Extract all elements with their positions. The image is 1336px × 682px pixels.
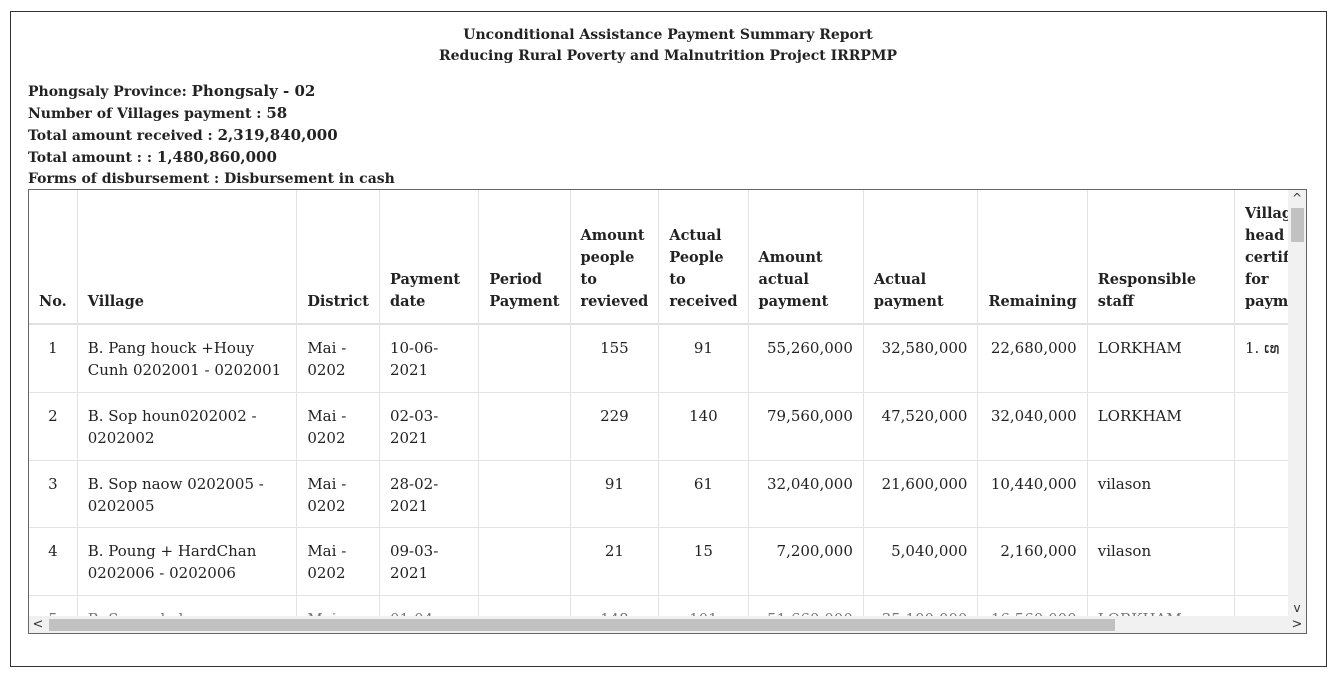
payment-table: No. Village District Payment date Period… xyxy=(29,190,1306,633)
cell-staff: vilason xyxy=(1086,459,1235,528)
scroll-down-icon[interactable]: v xyxy=(1288,600,1306,616)
cell-village: B. Sop naow 0202005 - 0202005 xyxy=(76,459,298,528)
cell-no: 1 xyxy=(29,323,78,393)
villages-line: Number of Villages payment : 58 xyxy=(28,104,288,122)
report-meta: Phongsaly Province: Phongsaly - 02 Numbe… xyxy=(28,80,395,190)
cell-received: 140 xyxy=(658,391,749,461)
payment-table-scroll-area[interactable]: No. Village District Payment date Period… xyxy=(28,189,1307,634)
cell-remaining: 10,440,000 xyxy=(977,459,1088,528)
col-header-no: No. xyxy=(29,190,78,325)
cell-no: 3 xyxy=(29,459,78,528)
cell-amount: 7,200,000 xyxy=(747,526,864,596)
horizontal-scrollbar[interactable]: < > xyxy=(29,616,1306,633)
cell-actual: 32,580,000 xyxy=(862,323,979,393)
cell-reviewed: 229 xyxy=(569,391,660,461)
received-line: Total amount received : 2,319,840,000 xyxy=(28,126,338,144)
scroll-up-icon[interactable]: ^ xyxy=(1288,190,1306,206)
total-line: Total amount : : 1,480,860,000 xyxy=(28,148,277,166)
report-header: Unconditional Assistance Payment Summary… xyxy=(0,25,1336,67)
cell-actual: 5,040,000 xyxy=(862,526,979,596)
cell-actual: 47,520,000 xyxy=(862,391,979,461)
table-row: 4 B. Poung + HardChan 0202006 - 0202006 Ma… xyxy=(29,526,1306,596)
cell-village: B. Poung + HardChan 0202006 - 0202006 xyxy=(76,526,298,596)
report-title: Unconditional Assistance Payment Summary… xyxy=(463,27,873,43)
cell-date: 10-06-2021 xyxy=(378,323,480,393)
cell-reviewed: 21 xyxy=(569,526,660,596)
cell-amount: 55,260,000 xyxy=(747,323,864,393)
cell-district: Mai - 0202 xyxy=(296,526,380,596)
cell-date: 09-03-2021 xyxy=(378,526,480,596)
cell-no: 2 xyxy=(29,391,78,461)
cell-district: Mai - 0202 xyxy=(296,459,380,528)
cell-staff: vilason xyxy=(1086,526,1235,596)
cell-date: 28-02-2021 xyxy=(378,459,480,528)
cell-actual: 21,600,000 xyxy=(862,459,979,528)
cell-remaining: 2,160,000 xyxy=(977,526,1088,596)
report-subtitle: Reducing Rural Poverty and Malnutrition … xyxy=(439,48,897,64)
col-header-period: Period Payment xyxy=(478,190,571,325)
table-row: 3 B. Sop naow 0202005 - 0202005 Mai - 0202… xyxy=(29,459,1306,528)
col-header-district: District xyxy=(296,190,380,325)
cell-no: 4 xyxy=(29,526,78,596)
cell-amount: 32,040,000 xyxy=(747,459,864,528)
cell-date: 02-03-2021 xyxy=(378,391,480,461)
cell-amount: 79,560,000 xyxy=(747,391,864,461)
col-header-people-received: Actual People to received xyxy=(658,190,749,325)
horizontal-scroll-thumb[interactable] xyxy=(49,619,1115,631)
table-row: 1 B. Pang houck +Houy Cunh 0202001 - 0202… xyxy=(29,323,1306,393)
col-header-remaining: Remaining xyxy=(977,190,1088,325)
cell-period xyxy=(478,459,571,528)
cell-district: Mai - 0202 xyxy=(296,391,380,461)
province-line: Phongsaly Province: Phongsaly - 02 xyxy=(28,82,316,100)
cell-remaining: 22,680,000 xyxy=(977,323,1088,393)
cell-period xyxy=(478,526,571,596)
table-row: 2 B. Sop houn0202002 - 0202002 Mai - 0202 0… xyxy=(29,391,1306,461)
cell-remaining: 32,040,000 xyxy=(977,391,1088,461)
col-header-staff: Responsible staff xyxy=(1086,190,1235,325)
cell-reviewed: 91 xyxy=(569,459,660,528)
cell-district: Mai - 0202 xyxy=(296,323,380,393)
cell-received: 15 xyxy=(658,526,749,596)
disbursement-line: Forms of disbursement : Disbursement in … xyxy=(28,171,395,187)
cell-staff: LORKHAM xyxy=(1086,391,1235,461)
cell-period xyxy=(478,323,571,393)
cell-period xyxy=(478,391,571,461)
vertical-scrollbar[interactable]: ^ v xyxy=(1288,190,1306,616)
cell-received: 91 xyxy=(658,323,749,393)
scroll-right-icon[interactable]: > xyxy=(1288,616,1306,633)
col-header-people-reviewed: Amount people to revieved xyxy=(569,190,660,325)
cell-village: B. Sop houn0202002 - 0202002 xyxy=(76,391,298,461)
col-header-amount-actual: Amount actual payment xyxy=(747,190,864,325)
col-header-payment-date: Payment date xyxy=(378,190,480,325)
cell-staff: LORKHAM xyxy=(1086,323,1235,393)
vertical-scroll-thumb[interactable] xyxy=(1291,208,1304,242)
cell-reviewed: 155 xyxy=(569,323,660,393)
col-header-actual-payment: Actual payment xyxy=(862,190,979,325)
cell-received: 61 xyxy=(658,459,749,528)
col-header-village: Village xyxy=(76,190,298,325)
cell-village: B. Pang houck +Houy Cunh 0202001 - 02020… xyxy=(76,323,298,393)
scroll-left-icon[interactable]: < xyxy=(29,616,47,633)
